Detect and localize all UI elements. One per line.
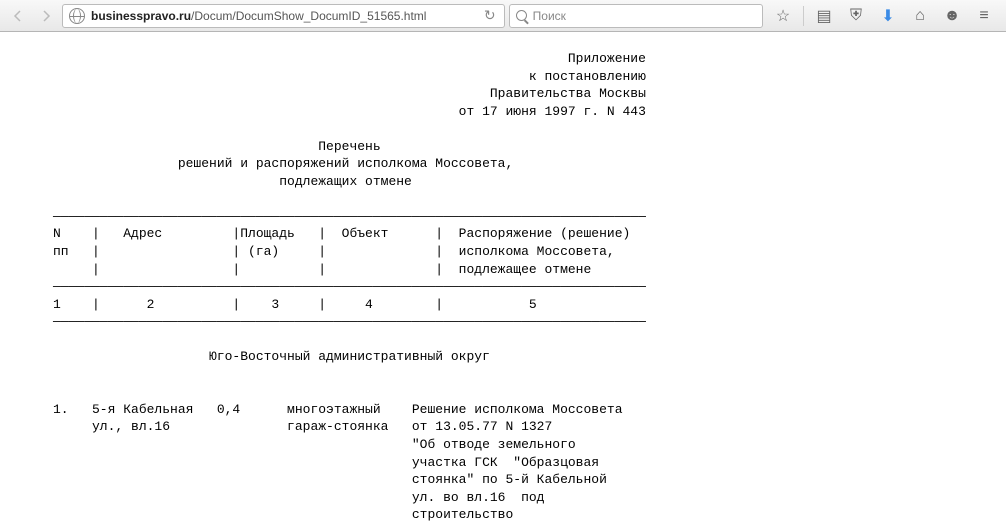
chat-icon[interactable]: ☻ — [940, 7, 964, 25]
reader-icon[interactable]: ▤ — [812, 6, 836, 26]
pocket-icon[interactable]: ⛨ — [844, 7, 868, 25]
menu-icon[interactable]: ≡ — [972, 7, 996, 25]
nav-back-button — [6, 4, 30, 28]
bookmark-icon[interactable]: ☆ — [771, 6, 795, 26]
home-icon[interactable]: ⌂ — [908, 7, 932, 25]
search-icon — [516, 10, 527, 21]
nav-forward-button — [34, 4, 58, 28]
search-placeholder: Поиск — [533, 9, 566, 23]
reload-icon[interactable]: ↻ — [480, 7, 500, 24]
url-text: businesspravo.ru/Docum/DocumShow_DocumID… — [91, 9, 480, 23]
download-icon[interactable]: ⬇ — [876, 6, 900, 26]
content-area[interactable]: Приложение к постановлению Правительства… — [0, 32, 1006, 526]
toolbar-icons: ☆ ▤ ⛨ ⬇ ⌂ ☻ ≡ — [767, 6, 1000, 26]
search-bar[interactable]: Поиск — [509, 4, 763, 28]
globe-icon — [69, 8, 85, 24]
document-body: Приложение к постановлению Правительства… — [53, 50, 953, 526]
url-bar[interactable]: businesspravo.ru/Docum/DocumShow_DocumID… — [62, 4, 505, 28]
browser-toolbar: businesspravo.ru/Docum/DocumShow_DocumID… — [0, 0, 1006, 32]
